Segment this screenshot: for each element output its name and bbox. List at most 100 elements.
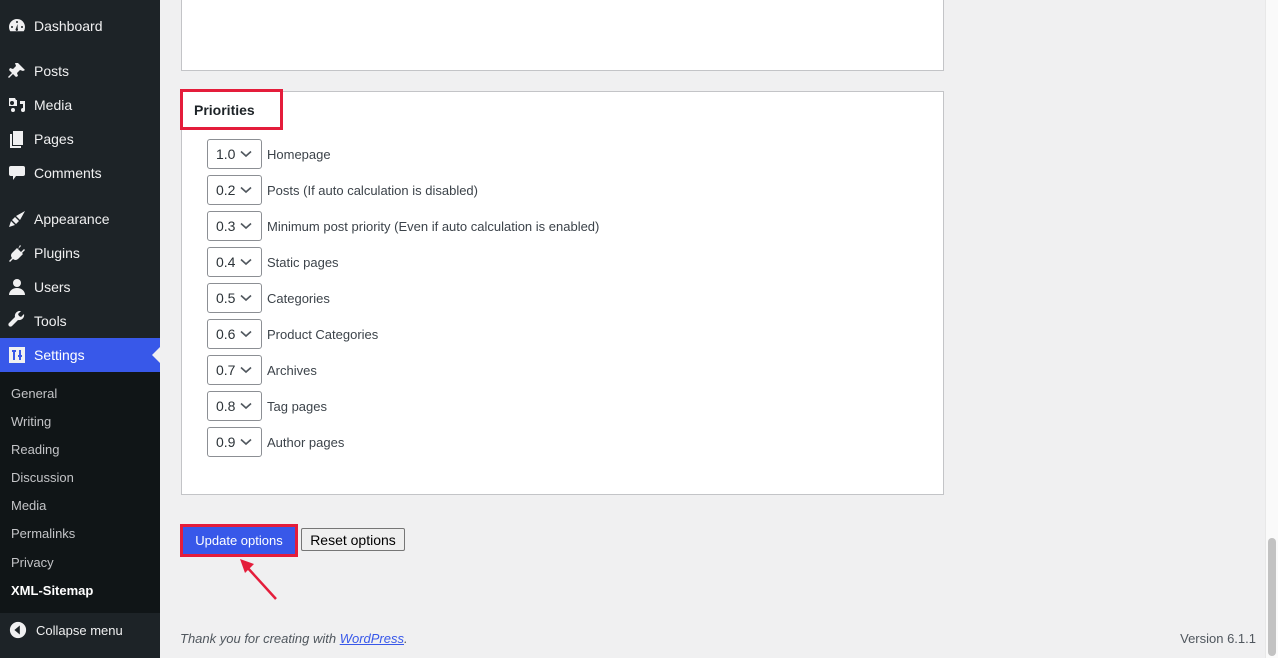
active-pointer [152,347,160,363]
priority-row: 0.5 Categories [207,283,330,313]
submenu-privacy[interactable]: Privacy [11,553,54,573]
chevron-down-icon [240,438,252,446]
chevron-down-icon [240,366,252,374]
priority-select[interactable]: 0.6 [207,319,262,349]
previous-section-panel [181,0,944,71]
priority-value: 0.4 [216,254,236,270]
priority-label: Minimum post priority (Even if auto calc… [267,218,600,234]
chevron-down-icon [240,222,252,230]
priority-value: 0.2 [216,182,236,198]
sidebar-item-label: Comments [34,165,102,181]
submenu-general[interactable]: General [11,384,57,404]
priority-label: Posts (If auto calculation is disabled) [267,182,478,198]
priority-row: 0.9 Author pages [207,427,344,457]
priority-select[interactable]: 0.8 [207,391,262,421]
sidebar-item-comments[interactable]: Comments [0,156,160,190]
sidebar-item-label: Posts [34,63,70,79]
pages-icon [0,129,35,149]
submenu-xml-sitemap[interactable]: XML-Sitemap [11,581,93,601]
sidebar-item-settings[interactable]: Settings [0,338,160,372]
sidebar-item-posts[interactable]: Posts [0,54,160,88]
priority-label: Author pages [267,434,345,450]
priority-select[interactable]: 0.4 [207,247,262,277]
priority-label: Archives [267,362,317,378]
collapse-arrow-icon [0,621,36,639]
settings-icon [0,345,35,365]
footer-thanks: Thank you for creating with WordPress. [180,631,408,646]
wrench-icon [0,311,35,331]
sidebar-item-label: Media [34,97,73,113]
submenu-reading[interactable]: Reading [11,440,59,460]
priority-label: Product Categories [267,326,379,342]
priority-value: 0.8 [216,398,236,414]
footer-thanks-suffix: . [404,631,408,646]
sidebar-item-label: Settings [34,347,85,363]
pin-icon [0,61,35,81]
sidebar-item-label: Plugins [34,245,80,261]
chevron-down-icon [240,402,252,410]
plugin-icon [0,243,35,263]
priority-value: 1.0 [216,146,236,162]
comment-icon [0,163,35,183]
priorities-heading: Priorities [180,89,283,130]
priority-label: Static pages [267,254,339,270]
footer-thanks-text: Thank you for creating with [180,631,340,646]
chevron-down-icon [240,294,252,302]
priority-select[interactable]: 0.9 [207,427,262,457]
admin-sidebar: Dashboard Posts Media Pages Comments App… [0,0,160,658]
submenu-media[interactable]: Media [11,496,46,516]
priority-value: 0.9 [216,434,236,450]
sidebar-item-label: Tools [34,313,67,329]
priority-select[interactable]: 0.2 [207,175,262,205]
collapse-menu-label: Collapse menu [36,622,123,638]
sidebar-item-label: Dashboard [34,18,103,34]
chevron-down-icon [240,150,252,158]
footer-version: Version 6.1.1 [1180,631,1256,646]
reset-options-button[interactable]: Reset options [301,528,405,551]
sidebar-item-label: Pages [34,131,74,147]
priority-select[interactable]: 0.7 [207,355,262,385]
priority-select[interactable]: 1.0 [207,139,262,169]
chevron-down-icon [240,186,252,194]
priority-label: Homepage [267,146,331,162]
settings-submenu: General Writing Reading Discussion Media… [0,372,160,613]
priority-row: 0.6 Product Categories [207,319,378,349]
priority-row: 0.7 Archives [207,355,317,385]
dashboard-icon [0,16,35,36]
priority-label: Tag pages [267,398,327,414]
sidebar-item-media[interactable]: Media [0,88,160,122]
priority-value: 0.6 [216,326,236,342]
annotation-arrow-icon [240,559,277,600]
sidebar-item-label: Users [34,279,71,295]
priority-row: 0.8 Tag pages [207,391,327,421]
sidebar-item-tools[interactable]: Tools [0,304,160,338]
priority-row: 0.2 Posts (If auto calculation is disable… [207,175,478,205]
media-icon [0,95,35,115]
priority-row: 1.0 Homepage [207,139,331,169]
chevron-down-icon [240,330,252,338]
priority-row: 0.3 Minimum post priority (Even if auto c… [207,211,599,241]
priority-row: 0.4 Static pages [207,247,339,277]
priority-value: 0.5 [216,290,236,306]
collapse-menu-button[interactable]: Collapse menu [0,613,160,647]
priority-value: 0.7 [216,362,236,378]
sidebar-item-appearance[interactable]: Appearance [0,202,160,236]
priority-value: 0.3 [216,218,236,234]
sidebar-item-pages[interactable]: Pages [0,122,160,156]
scrollbar-thumb[interactable] [1268,538,1276,656]
priority-select[interactable]: 0.5 [207,283,262,313]
sidebar-item-dashboard[interactable]: Dashboard [0,9,160,43]
update-options-button[interactable]: Update options [180,524,298,557]
priority-select[interactable]: 0.3 [207,211,262,241]
sidebar-item-users[interactable]: Users [0,270,160,304]
submenu-permalinks[interactable]: Permalinks [11,524,75,544]
priority-label: Categories [267,290,330,306]
sidebar-item-label: Appearance [34,211,110,227]
brush-icon [0,209,35,229]
sidebar-item-plugins[interactable]: Plugins [0,236,160,270]
chevron-down-icon [240,258,252,266]
wordpress-link[interactable]: WordPress [340,631,404,646]
submenu-discussion[interactable]: Discussion [11,468,74,488]
user-icon [0,277,35,297]
submenu-writing[interactable]: Writing [11,412,51,432]
